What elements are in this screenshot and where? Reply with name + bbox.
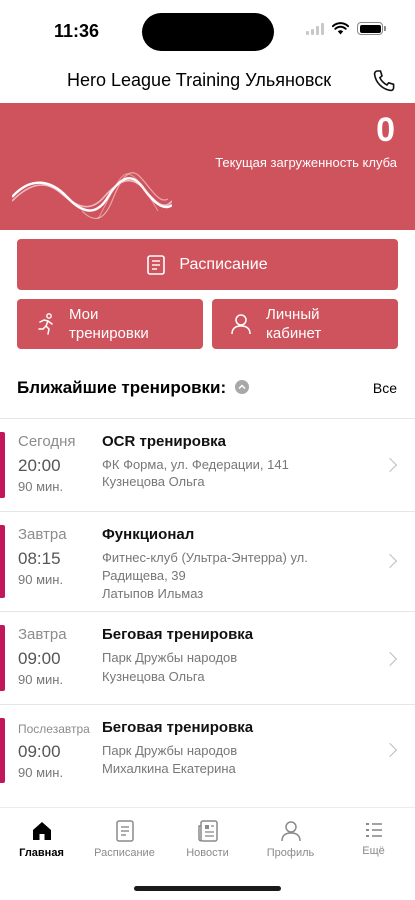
training-time: 08:15 — [18, 549, 61, 568]
signal-icon — [306, 22, 324, 35]
show-all-link[interactable]: Все — [373, 380, 397, 396]
training-duration: 90 мин. — [18, 572, 64, 587]
schedule-button[interactable]: Расписание — [17, 239, 398, 290]
status-icons — [306, 22, 386, 35]
running-person-icon — [38, 313, 53, 335]
training-row[interactable]: Сегодня 20:00 90 мин. OCR тренировка ФК … — [0, 418, 415, 511]
home-icon — [32, 822, 51, 840]
training-day: Завтра — [18, 626, 67, 643]
my-workouts-button[interactable]: Мои тренировки — [17, 299, 203, 349]
club-load-banner: 0 Текущая загруженность клуба — [0, 103, 415, 230]
tab-profile[interactable]: Профиль — [249, 820, 332, 859]
chevron-right-icon — [382, 651, 398, 667]
dynamic-island — [142, 13, 274, 51]
chevron-right-icon — [382, 457, 398, 473]
training-row[interactable]: Завтра 09:00 90 мин. Беговая тренировка … — [0, 611, 415, 704]
status-bar: 11:36 — [0, 0, 415, 58]
upcoming-trainings-header: Ближайшие тренировки: Все — [17, 378, 398, 400]
person-icon — [231, 314, 251, 335]
training-title: OCR тренировка — [102, 433, 227, 450]
training-duration: 90 мин. — [18, 765, 64, 780]
profile-icon — [280, 821, 301, 842]
battery-icon — [357, 22, 386, 35]
row-marker — [0, 432, 5, 498]
training-title: Функционал — [102, 526, 195, 543]
training-duration: 90 мин. — [18, 672, 64, 687]
row-marker — [0, 625, 5, 691]
training-title: Беговая тренировка — [102, 719, 254, 736]
training-time: 09:00 — [18, 742, 61, 761]
training-place: Парк Дружбы народов — [102, 650, 238, 665]
home-indicator[interactable] — [134, 886, 281, 891]
training-duration: 90 мин. — [18, 479, 64, 494]
training-day: Завтра — [18, 526, 67, 543]
training-list: Сегодня 20:00 90 мин. OCR тренировка ФК … — [0, 418, 415, 796]
chevron-right-icon — [382, 742, 398, 758]
tab-label: Главная — [19, 847, 64, 859]
tab-schedule[interactable]: Расписание — [83, 820, 166, 859]
club-load-label: Текущая загруженность клуба — [215, 155, 397, 170]
app-header: Hero League Training Ульяновск — [0, 60, 415, 102]
chevron-right-icon — [382, 553, 398, 569]
training-coach: Михалкина Екатерина — [102, 761, 236, 776]
training-day: Сегодня — [18, 433, 76, 450]
header-title: Hero League Training Ульяновск — [67, 70, 332, 90]
phone-icon[interactable] — [371, 68, 397, 94]
training-place: ФК Форма, ул. Федерации, 141 — [102, 457, 289, 472]
schedule-button-label: Расписание — [179, 255, 268, 273]
collapse-toggle-icon[interactable] — [234, 379, 249, 394]
tab-label: Расписание — [94, 847, 155, 859]
tab-label: Новости — [186, 847, 229, 859]
schedule-icon — [115, 820, 134, 842]
status-time: 11:36 — [54, 21, 100, 41]
training-row[interactable]: Завтра 08:15 90 мин. Функционал Фитнес-к… — [0, 511, 415, 611]
training-place: Фитнес-клуб (Ультра-Энтерра) ул. Радищев… — [102, 550, 308, 583]
training-coach: Латыпов Ильмаз — [102, 586, 204, 601]
news-icon — [197, 820, 218, 842]
personal-cabinet-button[interactable]: Личный кабинет — [212, 299, 398, 349]
training-title: Беговая тренировка — [102, 626, 254, 643]
club-load-value: 0 — [376, 111, 395, 149]
personal-cabinet-label: Личный кабинет — [266, 306, 322, 342]
tab-label: Ещё — [362, 845, 385, 857]
my-workouts-label: Мои тренировки — [69, 306, 149, 342]
tab-home[interactable]: Главная — [0, 820, 83, 859]
training-place: Парк Дружбы народов — [102, 743, 238, 758]
wifi-icon — [332, 22, 349, 35]
tab-bar: Главная Расписание Новости Профиль Ещё — [0, 807, 415, 900]
section-title: Ближайшие тренировки: — [17, 378, 227, 397]
wave-graphic — [12, 172, 172, 220]
training-time: 20:00 — [18, 456, 61, 475]
training-time: 09:00 — [18, 649, 61, 668]
tab-more[interactable]: Ещё — [332, 820, 415, 857]
tab-label: Профиль — [266, 847, 315, 859]
row-marker — [0, 525, 5, 598]
more-icon — [365, 823, 382, 837]
training-coach: Кузнецова Ольга — [102, 474, 205, 489]
document-icon — [147, 254, 166, 275]
training-row[interactable]: Послезавтра 09:00 90 мин. Беговая тренир… — [0, 704, 415, 796]
training-day: Послезавтра — [18, 722, 90, 736]
row-marker — [0, 718, 5, 783]
tab-news[interactable]: Новости — [166, 820, 249, 859]
training-coach: Кузнецова Ольга — [102, 669, 205, 684]
